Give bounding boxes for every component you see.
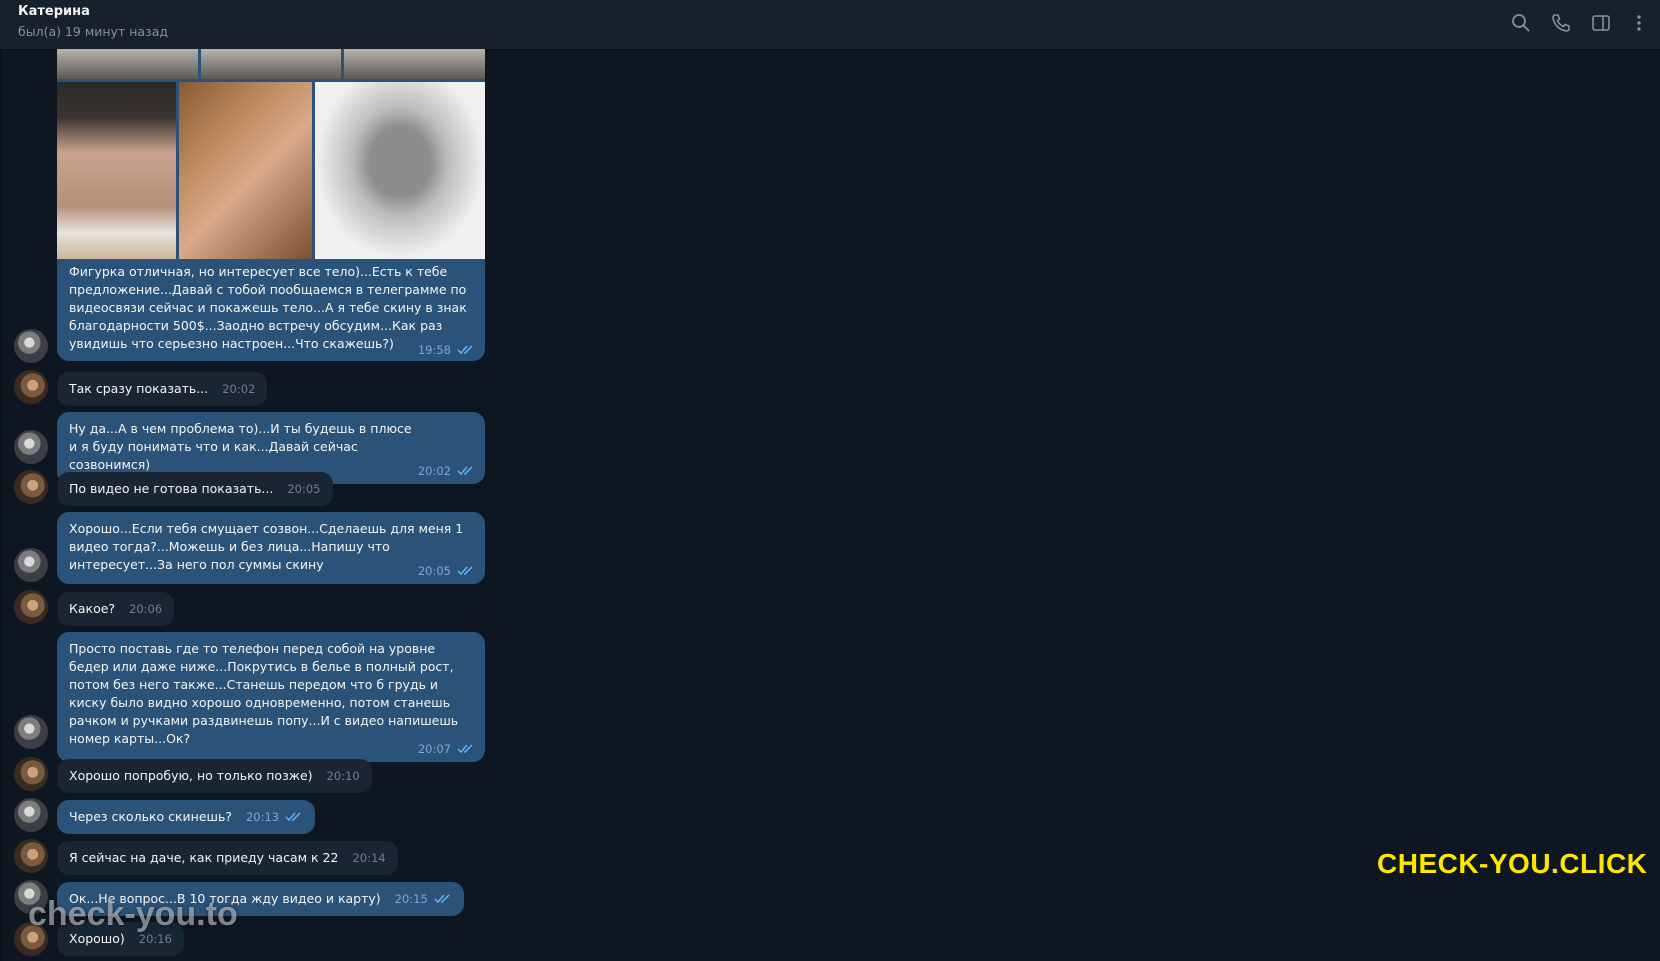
message-meta: 20:07 <box>418 740 475 758</box>
avatar[interactable] <box>14 548 48 582</box>
message-bubble-outgoing[interactable]: Просто поставь где то телефон перед собо… <box>57 632 485 762</box>
message-bubble-incoming[interactable]: Я сейчас на даче, как приеду часам к 22 … <box>57 841 398 875</box>
album-photo[interactable] <box>344 49 485 79</box>
message-meta: 20:15 <box>395 890 452 908</box>
message-time: 20:14 <box>352 851 386 865</box>
message-meta: 20:02 <box>222 380 255 398</box>
message-meta: 20:05 <box>287 480 320 498</box>
message-bubble-incoming[interactable]: Какое? 20:06 <box>57 592 175 626</box>
message-text: Фигурка отличная, но интересует все тело… <box>69 264 467 351</box>
double-check-icon <box>457 744 473 754</box>
message-bubble-incoming[interactable]: Так сразу показать... 20:02 <box>57 372 268 406</box>
double-check-icon <box>434 894 450 904</box>
album-photo[interactable] <box>315 82 485 259</box>
chat-header[interactable]: Катерина был(а) 19 минут назад <box>0 0 1660 50</box>
message-bubble-incoming[interactable]: Хорошо попробую, но только позже) 20:10 <box>57 759 372 793</box>
double-check-icon <box>285 812 301 822</box>
message-bubble-outgoing[interactable]: Хорошо...Если тебя смущает созвон...Сдел… <box>57 512 485 584</box>
message-time: 20:13 <box>245 810 280 824</box>
avatar[interactable] <box>14 370 48 404</box>
double-check-icon <box>457 466 473 476</box>
message-text: Так сразу показать... <box>69 381 209 396</box>
left-divider <box>0 49 2 961</box>
message-meta: 20:13 <box>246 808 303 826</box>
message-text: Через сколько скинешь? <box>69 809 232 824</box>
message-time: 19:58 <box>417 343 451 357</box>
search-icon[interactable] <box>1510 12 1532 34</box>
message-text: По видео не готова показать... <box>69 481 274 496</box>
message-bubble-incoming[interactable]: По видео не готова показать... 20:05 <box>57 472 333 506</box>
watermark-right: CHECK-YOU.CLICK <box>1377 848 1648 879</box>
message-time: 20:05 <box>287 482 321 496</box>
message-time: 20:02 <box>417 464 451 478</box>
more-vertical-icon[interactable] <box>1628 12 1650 34</box>
chat-status: был(а) 19 минут назад <box>18 24 168 39</box>
double-check-icon <box>457 345 473 355</box>
message-bubble-outgoing[interactable]: Через сколько скинешь? 20:13 <box>57 800 316 834</box>
message-text: Ну да...А в чем проблема то)...И ты буде… <box>69 421 412 472</box>
avatar[interactable] <box>14 329 48 363</box>
watermark-left: check-you.to <box>28 895 238 933</box>
message-time: 20:10 <box>326 769 360 783</box>
message-time: 20:15 <box>394 892 428 906</box>
chat-title[interactable]: Катерина <box>18 4 90 19</box>
message-meta: 20:10 <box>327 767 360 785</box>
avatar[interactable] <box>14 757 48 791</box>
avatar[interactable] <box>14 839 48 873</box>
message-time: 20:02 <box>222 382 256 396</box>
phone-icon[interactable] <box>1550 12 1572 34</box>
album-photo[interactable] <box>179 82 312 259</box>
album-top-row <box>57 49 485 79</box>
avatar[interactable] <box>14 798 48 832</box>
message-text: Хорошо...Если тебя смущает созвон...Сдел… <box>69 521 464 572</box>
message-time: 20:05 <box>417 564 451 578</box>
message-meta: 20:02 <box>418 462 475 480</box>
sidebar-toggle-icon[interactable] <box>1590 12 1612 34</box>
message-text: Хорошо попробую, но только позже) <box>69 768 313 783</box>
avatar[interactable] <box>14 470 48 504</box>
message-text: Просто поставь где то телефон перед собо… <box>69 641 459 746</box>
album-photo[interactable] <box>57 82 176 259</box>
message-time: 20:06 <box>129 602 163 616</box>
album-photo[interactable] <box>200 49 342 79</box>
message-text: Я сейчас на даче, как приеду часам к 22 <box>69 850 339 865</box>
double-check-icon <box>457 566 473 576</box>
message-meta: 20:05 <box>418 562 475 580</box>
photo-album-message[interactable]: Фигурка отличная, но интересует все тело… <box>57 49 485 361</box>
message-time: 20:07 <box>417 742 451 756</box>
avatar[interactable] <box>14 590 48 624</box>
message-text: Какое? <box>69 601 116 616</box>
avatar[interactable] <box>14 715 48 749</box>
message-meta: 19:58 <box>418 343 475 357</box>
album-photo[interactable] <box>57 49 198 79</box>
avatar[interactable] <box>14 430 48 464</box>
message-meta: 20:14 <box>352 849 385 867</box>
message-meta: 20:06 <box>129 600 162 618</box>
